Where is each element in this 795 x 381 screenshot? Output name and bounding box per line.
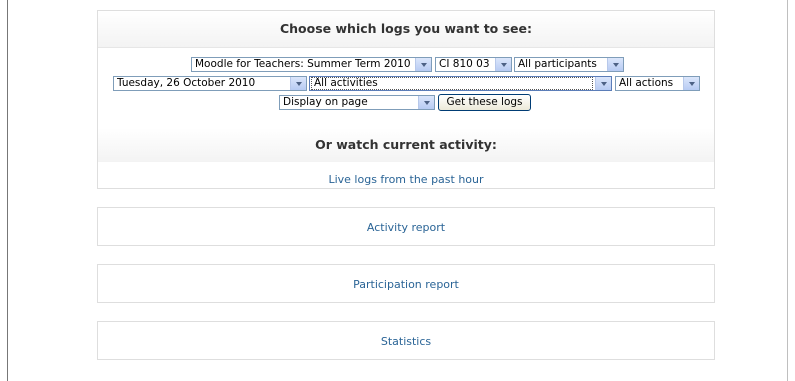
participants-select[interactable]: All participants <box>514 57 624 72</box>
chevron-down-icon[interactable] <box>418 96 434 109</box>
display-select-value: Display on page <box>283 96 368 108</box>
chevron-down-icon[interactable] <box>607 58 623 71</box>
logs-heading: Choose which logs you want to see: <box>98 11 714 48</box>
logs-panel: Choose which logs you want to see: Moodl… <box>97 10 715 189</box>
display-select[interactable]: Display on page <box>279 95 435 110</box>
page-left-border <box>7 0 8 381</box>
actions-select[interactable]: All actions <box>615 76 700 91</box>
group-select[interactable]: CI 810 03 <box>435 57 512 72</box>
course-select[interactable]: Moodle for Teachers: Summer Term 2010 <box>191 57 432 72</box>
date-select-value: Tuesday, 26 October 2010 <box>117 77 256 89</box>
activity-report-link[interactable]: Activity report <box>97 207 715 246</box>
chevron-down-icon[interactable] <box>595 77 611 90</box>
participation-report-link[interactable]: Participation report <box>97 264 715 303</box>
chevron-down-icon[interactable] <box>415 58 431 71</box>
page-right-border <box>787 0 788 381</box>
activities-select[interactable]: All activities <box>309 76 612 91</box>
activities-select-value: All activities <box>311 77 593 90</box>
group-select-value: CI 810 03 <box>439 58 490 70</box>
chevron-down-icon[interactable] <box>495 58 511 71</box>
get-logs-button[interactable]: Get these logs <box>438 94 531 111</box>
chevron-down-icon[interactable] <box>683 77 699 90</box>
actions-select-value: All actions <box>619 77 674 89</box>
date-select[interactable]: Tuesday, 26 October 2010 <box>113 76 307 91</box>
statistics-link[interactable]: Statistics <box>97 321 715 360</box>
live-logs-link[interactable]: Live logs from the past hour <box>98 162 714 189</box>
participants-select-value: All participants <box>518 58 597 70</box>
watch-activity-heading: Or watch current activity: <box>98 128 714 162</box>
course-select-value: Moodle for Teachers: Summer Term 2010 <box>195 58 411 70</box>
chevron-down-icon[interactable] <box>290 77 306 90</box>
